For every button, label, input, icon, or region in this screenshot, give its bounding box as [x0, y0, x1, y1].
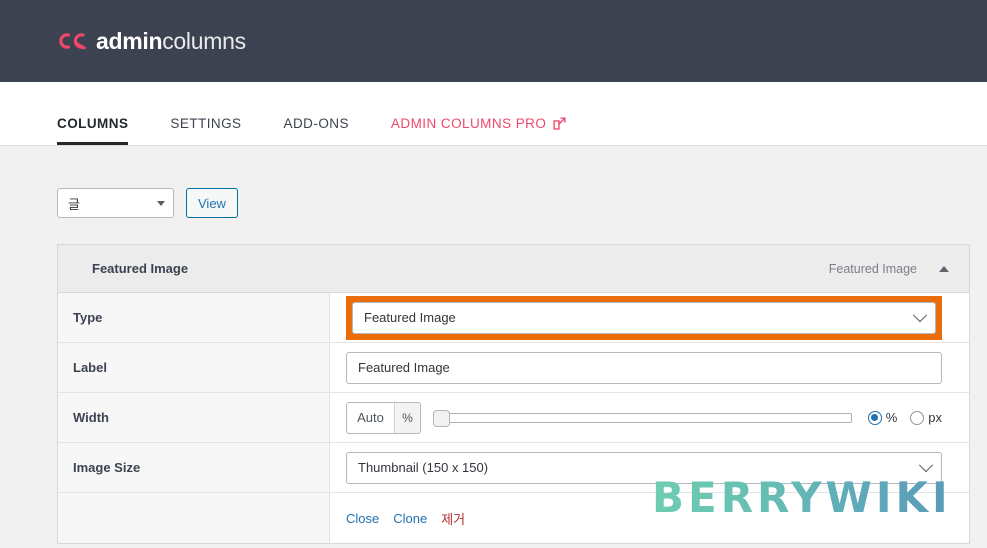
- chevron-up-icon[interactable]: [939, 265, 949, 272]
- panel-subtitle: Featured Image: [828, 261, 917, 276]
- width-input-value: Auto: [357, 410, 384, 425]
- radio-unselected-icon[interactable]: [910, 410, 925, 425]
- type-select-highlight: Featured Image: [346, 295, 942, 340]
- width-unit-suffix: %: [394, 402, 420, 433]
- row-width-field: Auto % % px: [330, 393, 969, 442]
- tab-add-ons-label: ADD-ONS: [283, 116, 349, 131]
- width-unit-px[interactable]: px: [910, 410, 942, 425]
- brand-wordmark: admincolumns: [96, 27, 246, 54]
- post-type-select[interactable]: 글: [57, 188, 174, 218]
- remove-link[interactable]: 제거: [441, 509, 465, 528]
- list-toolbar: 글 View: [57, 188, 987, 218]
- row-width: Width Auto % % px: [58, 393, 969, 443]
- external-link-icon: [553, 117, 566, 130]
- main-nav: COLUMNS SETTINGS ADD-ONS ADMIN COLUMNS P…: [0, 82, 987, 146]
- chevron-down-icon: [912, 307, 928, 322]
- row-actions-label-cell: [58, 493, 330, 543]
- panel-title: Featured Image: [92, 261, 189, 276]
- width-input[interactable]: Auto: [347, 403, 394, 433]
- row-label: Label Featured Image: [58, 343, 969, 393]
- row-image-size: Image Size Thumbnail (150 x 150): [58, 443, 969, 493]
- tab-columns-label: COLUMNS: [57, 116, 129, 131]
- label-input-value: Featured Image: [358, 360, 450, 375]
- width-unit-radios: % px: [867, 410, 942, 425]
- tab-add-ons[interactable]: ADD-ONS: [284, 116, 349, 145]
- radio-selected-icon[interactable]: [867, 410, 882, 425]
- image-size-select-value: Thumbnail (150 x 150): [358, 460, 489, 475]
- row-label-label: Label: [58, 343, 330, 392]
- row-type-field: Featured Image: [330, 293, 969, 342]
- panel-header[interactable]: Featured Image Featured Image: [58, 245, 969, 293]
- image-size-select[interactable]: Thumbnail (150 x 150): [346, 451, 942, 484]
- row-label-field: Featured Image: [330, 343, 969, 392]
- tab-columns[interactable]: COLUMNS: [57, 116, 129, 145]
- close-link[interactable]: Close: [346, 511, 379, 526]
- width-slider[interactable]: [433, 409, 852, 427]
- panel-actions: Close Clone 제거: [346, 509, 465, 528]
- width-unit-px-label: px: [928, 410, 942, 425]
- type-select-value: Featured Image: [364, 310, 456, 325]
- width-slider-handle[interactable]: [433, 409, 450, 427]
- column-panel-featured-image: Featured Image Featured Image Type Featu…: [57, 244, 970, 544]
- chevron-down-icon: [918, 457, 934, 472]
- tab-admin-columns-pro-label: ADMIN COLUMNS PRO: [390, 116, 547, 131]
- chevron-down-icon: [157, 200, 165, 206]
- width-control-group: Auto % % px: [346, 401, 942, 434]
- label-input[interactable]: Featured Image: [346, 351, 942, 384]
- post-type-select-value: 글: [68, 196, 80, 212]
- row-width-label: Width: [58, 393, 330, 442]
- row-type: Type Featured Image: [58, 293, 969, 343]
- row-actions-field: Close Clone 제거: [330, 493, 969, 543]
- row-image-size-label: Image Size: [58, 443, 330, 492]
- brand-wordmark-light: columns: [162, 27, 246, 54]
- width-slider-track: [445, 412, 852, 423]
- row-image-size-field: Thumbnail (150 x 150): [330, 443, 969, 492]
- page-content: 글 View Featured Image Featured Image Typ…: [0, 146, 987, 544]
- tab-settings[interactable]: SETTINGS: [170, 116, 241, 145]
- admin-columns-logo-icon: [57, 31, 87, 51]
- tab-admin-columns-pro[interactable]: ADMIN COLUMNS PRO: [391, 116, 566, 145]
- brand-logo[interactable]: admincolumns: [57, 27, 246, 54]
- view-button[interactable]: View: [186, 188, 238, 218]
- tab-settings-label: SETTINGS: [170, 116, 242, 131]
- row-type-label: Type: [58, 293, 330, 342]
- row-actions: Close Clone 제거: [58, 493, 969, 543]
- type-select[interactable]: Featured Image: [352, 301, 936, 334]
- app-header: admincolumns: [0, 0, 987, 82]
- width-unit-percent-label: %: [885, 410, 898, 425]
- brand-wordmark-bold: admin: [96, 27, 163, 54]
- width-unit-percent[interactable]: %: [867, 410, 898, 425]
- clone-link[interactable]: Clone: [393, 511, 427, 526]
- view-button-label: View: [198, 195, 226, 211]
- width-input-group: Auto %: [346, 401, 421, 434]
